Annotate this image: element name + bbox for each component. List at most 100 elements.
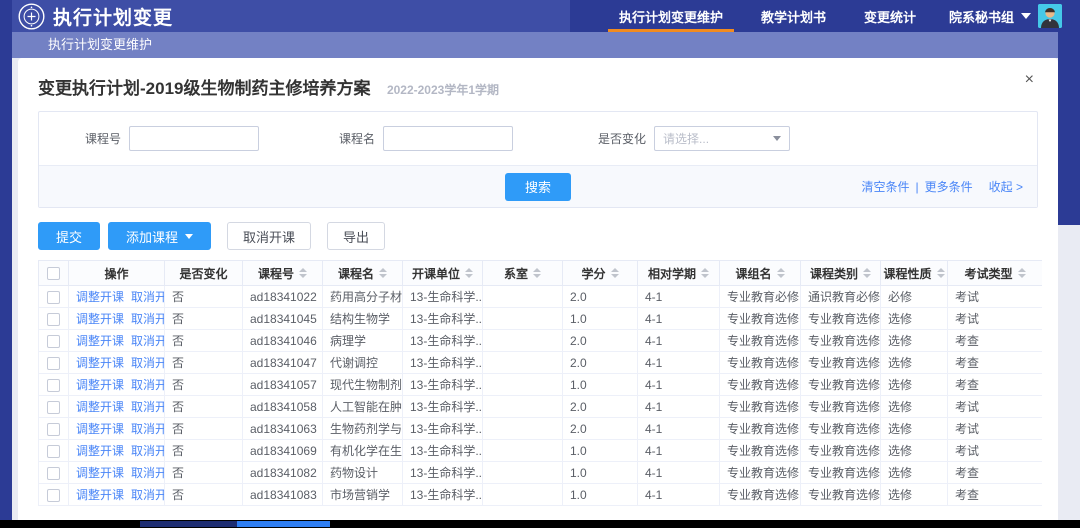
adjust-course-link[interactable]: 调整开课 (76, 488, 124, 502)
cancel-course-link[interactable]: 取消开课 (131, 290, 164, 304)
cell-credit: 1.0 (563, 374, 638, 396)
cell-rel_term (638, 506, 720, 507)
col-header-checkbox[interactable] (39, 261, 69, 286)
cell-category: 专业教育选修... (801, 374, 881, 396)
cell-dept (483, 440, 563, 462)
adjust-course-link[interactable]: 调整开课 (76, 466, 124, 480)
row-checkbox[interactable] (47, 357, 60, 370)
row-checkbox[interactable] (47, 379, 60, 392)
col-header-nature[interactable]: 课程性质 (881, 261, 948, 286)
close-icon[interactable]: × (1025, 72, 1034, 88)
row-checkbox[interactable] (47, 423, 60, 436)
col-header-credit[interactable]: 学分 (563, 261, 638, 286)
col-header-exam_type[interactable]: 考试类型 (948, 261, 1043, 286)
cell-exam_type: 考试 (948, 396, 1043, 418)
cancel-course-link[interactable]: 取消开课 (131, 378, 164, 392)
cancel-course-link[interactable]: 取消开课 (131, 444, 164, 458)
cancel-course-link[interactable]: 取消开课 (131, 400, 164, 414)
change-plan-modal: 变更执行计划-2019级生物制药主修培养方案 2022-2023学年1学期 × … (18, 58, 1058, 528)
course-name-input[interactable] (383, 126, 513, 151)
cell-group_name: 专业教育必修... (720, 286, 801, 308)
sort-icon[interactable] (777, 268, 785, 278)
cancel-course-link[interactable]: 取消开课 (131, 422, 164, 436)
cell-dept (483, 418, 563, 440)
cancel-course-link[interactable]: 取消开课 (131, 356, 164, 370)
table-row: 调整开课取消开课否ad18341083市场营销学13-生命科学...1.04-1… (39, 484, 1043, 506)
cancel-course-link[interactable]: 取消开课 (131, 466, 164, 480)
table-row: 调整开课取消开课否ad18341022药用高分子材...13-生命科学...2.… (39, 286, 1043, 308)
adjust-course-link[interactable]: 调整开课 (76, 334, 124, 348)
row-checkbox[interactable] (47, 313, 60, 326)
changed-select[interactable]: 请选择... (654, 126, 790, 151)
cell-credit: 2.0 (563, 286, 638, 308)
cell-checkbox (39, 506, 69, 507)
app-title: 执行计划变更 (53, 3, 173, 30)
sort-icon[interactable] (1018, 268, 1026, 278)
adjust-course-link[interactable]: 调整开课 (76, 356, 124, 370)
cell-credit: 1.0 (563, 440, 638, 462)
table-row: 调整开课取消开课否ad18341045结构生物学13-生命科学...1.04-1… (39, 308, 1043, 330)
sort-icon[interactable] (533, 268, 541, 278)
table-row: 调整开课取消开课否ad18341057现代生物制剂...13-生命科学...1.… (39, 374, 1043, 396)
sort-icon[interactable] (379, 268, 387, 278)
user-avatar[interactable] (1038, 4, 1062, 28)
adjust-course-link[interactable]: 调整开课 (76, 422, 124, 436)
user-role-dropdown[interactable]: 院系秘书组 (935, 0, 1072, 32)
cell-nature: 选修 (881, 308, 948, 330)
cell-credit: 2.0 (563, 418, 638, 440)
nav-tab-change-statistics[interactable]: 变更统计 (845, 0, 935, 32)
col-header-course_name[interactable]: 课程名 (323, 261, 403, 286)
col-header-course_no[interactable]: 课程号 (243, 261, 323, 286)
col-header-group_name[interactable]: 课组名 (720, 261, 801, 286)
col-header-rel_term[interactable]: 相对学期 (638, 261, 720, 286)
row-checkbox[interactable] (47, 291, 60, 304)
row-checkbox[interactable] (47, 401, 60, 414)
search-button[interactable]: 搜索 (505, 173, 571, 201)
cell-exam_type: 考查 (948, 374, 1043, 396)
cell-changed: 否 (165, 308, 243, 330)
sort-icon[interactable] (299, 268, 307, 278)
collapse-link[interactable]: 收起 > (989, 178, 1023, 195)
export-button[interactable]: 导出 (327, 222, 385, 250)
nav-tab-teaching-plan-book[interactable]: 教学计划书 (742, 0, 845, 32)
cell-group_name: 专业教育选修... (720, 462, 801, 484)
column-label: 课组名 (735, 265, 771, 282)
sort-icon[interactable] (937, 268, 945, 278)
course-no-input[interactable] (129, 126, 259, 151)
row-checkbox[interactable] (47, 489, 60, 502)
cell-credit: 1.0 (563, 484, 638, 506)
sort-icon[interactable] (611, 268, 619, 278)
cell-checkbox (39, 418, 69, 440)
sort-icon[interactable] (465, 268, 473, 278)
cell-rel_term: 4-1 (638, 440, 720, 462)
cancel-course-link[interactable]: 取消开课 (131, 488, 164, 502)
col-header-unit[interactable]: 开课单位 (403, 261, 483, 286)
row-checkbox[interactable] (47, 445, 60, 458)
adjust-course-link[interactable]: 调整开课 (76, 312, 124, 326)
cancel-course-link[interactable]: 取消开课 (131, 312, 164, 326)
submit-button[interactable]: 提交 (38, 222, 100, 250)
adjust-course-link[interactable]: 调整开课 (76, 400, 124, 414)
cell-action: 调整开课取消开课 (69, 374, 165, 396)
cell-changed: 否 (165, 506, 243, 507)
add-course-button[interactable]: 添加课程 (108, 222, 211, 250)
cancel-course-link[interactable]: 取消开课 (131, 334, 164, 348)
adjust-course-link[interactable]: 调整开课 (76, 290, 124, 304)
cancel-course-button[interactable]: 取消开课 (227, 222, 311, 250)
clear-conditions-link[interactable]: 清空条件 (862, 178, 910, 195)
adjust-course-link[interactable]: 调整开课 (76, 378, 124, 392)
nav-tab-plan-change-maintenance[interactable]: 执行计划变更维护 (600, 0, 742, 32)
table-row: 调整开课取消开课否 (39, 506, 1043, 507)
cell-unit: 13-生命科学... (403, 330, 483, 352)
cell-exam_type: 考试 (948, 418, 1043, 440)
row-checkbox[interactable] (47, 467, 60, 480)
select-all-checkbox[interactable] (47, 267, 60, 280)
sort-icon[interactable] (701, 268, 709, 278)
col-header-dept[interactable]: 系室 (483, 261, 563, 286)
sort-icon[interactable] (863, 268, 871, 278)
row-checkbox[interactable] (47, 335, 60, 348)
more-conditions-link[interactable]: 更多条件 (925, 178, 973, 195)
cell-unit: 13-生命科学... (403, 396, 483, 418)
adjust-course-link[interactable]: 调整开课 (76, 444, 124, 458)
col-header-category[interactable]: 课程类别 (801, 261, 881, 286)
